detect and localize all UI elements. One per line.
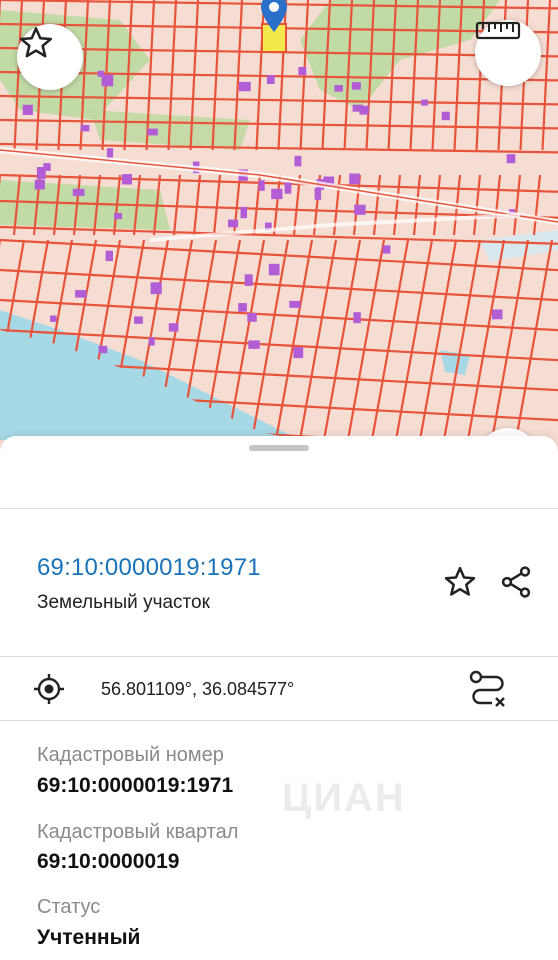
- parcel-boundary: [274, 239, 314, 441]
- parcel-boundary: [492, 174, 502, 236]
- parcel-boundary: [466, 239, 506, 441]
- building-footprint: [284, 182, 292, 194]
- building-footprint: [354, 204, 366, 215]
- divider: [0, 508, 558, 509]
- status-label: Статус: [37, 896, 101, 918]
- parcel-boundary: [0, 298, 558, 332]
- building-footprint: [121, 174, 132, 185]
- parcel-boundary: [212, 174, 222, 236]
- route-icon: [466, 670, 512, 716]
- crosshair-location-icon: [32, 672, 66, 706]
- cadastral-quarter-label: Кадастровый квартал: [37, 821, 239, 843]
- building-footprint: [134, 316, 143, 324]
- map-pin-icon[interactable]: [258, 0, 290, 34]
- building-footprint: [353, 312, 361, 324]
- map-canvas[interactable]: [0, 0, 558, 470]
- building-footprint: [352, 104, 363, 112]
- building-footprint: [105, 250, 113, 262]
- cadastral-number-value[interactable]: 69:10:0000019:1971: [37, 774, 233, 798]
- parcel-boundary: [372, 174, 382, 236]
- cadastral-quarter-value[interactable]: 69:10:0000019: [37, 850, 179, 874]
- building-footprint: [72, 188, 85, 196]
- building-footprint: [506, 154, 516, 164]
- building-footprint: [421, 99, 429, 106]
- building-footprint: [228, 219, 238, 228]
- building-footprint: [75, 290, 87, 298]
- ruler-button[interactable]: [475, 20, 541, 86]
- building-footprint: [34, 179, 45, 190]
- building-footprint: [266, 75, 275, 84]
- favorite-map-button[interactable]: [17, 24, 83, 90]
- building-footprint: [258, 180, 265, 191]
- building-footprint: [50, 315, 57, 322]
- building-footprint: [271, 188, 283, 200]
- divider: [0, 656, 558, 657]
- building-footprint: [98, 345, 108, 354]
- parcel-bottom-sheet[interactable]: 69:10:0000019:1971 Земельный участок 56.…: [0, 436, 558, 960]
- building-footprint: [351, 82, 361, 90]
- building-footprint: [492, 309, 503, 320]
- watermark: ЦИАН: [282, 776, 406, 820]
- share-icon: [498, 564, 534, 605]
- building-footprint: [80, 124, 90, 132]
- building-footprint: [97, 70, 105, 77]
- coordinates-text[interactable]: 56.801109°, 36.084577°: [101, 679, 294, 700]
- building-footprint: [293, 347, 304, 359]
- route-button[interactable]: [466, 668, 512, 712]
- parcel-boundary: [532, 174, 542, 236]
- parcel-boundary: [226, 239, 266, 441]
- star-outline-icon: [442, 564, 478, 605]
- building-footprint: [114, 213, 122, 220]
- building-footprint: [238, 81, 251, 92]
- building-footprint: [238, 303, 247, 312]
- favorite-button[interactable]: [438, 564, 482, 604]
- building-footprint: [168, 323, 179, 332]
- parcel-boundary: [472, 174, 482, 236]
- cadastral-number-link[interactable]: 69:10:0000019:1971: [37, 554, 261, 582]
- building-footprint: [150, 282, 162, 295]
- parcel-boundary: [192, 174, 202, 236]
- building-footprint: [244, 274, 253, 286]
- building-footprint: [349, 173, 360, 185]
- building-footprint: [36, 167, 46, 179]
- parcel-boundary: [394, 239, 434, 441]
- building-footprint: [382, 245, 391, 254]
- building-footprint: [298, 67, 307, 76]
- building-footprint: [294, 155, 302, 167]
- building-footprint: [22, 104, 33, 115]
- divider: [0, 720, 558, 721]
- building-footprint: [148, 337, 155, 346]
- building-footprint: [147, 128, 158, 136]
- building-footprint: [314, 187, 322, 200]
- parcel-boundary: [512, 174, 522, 236]
- building-footprint: [268, 263, 280, 276]
- share-button[interactable]: [494, 564, 538, 604]
- building-footprint: [247, 313, 257, 322]
- map-view[interactable]: [0, 0, 558, 470]
- parcel-boundary: [490, 239, 530, 441]
- parcel-boundary: [392, 174, 402, 236]
- building-footprint: [106, 148, 114, 158]
- building-footprint: [289, 300, 301, 308]
- parcel-boundary: [412, 174, 422, 236]
- building-footprint: [248, 340, 260, 349]
- drag-handle[interactable]: [249, 445, 309, 451]
- status-value: Учтенный: [37, 926, 141, 949]
- building-footprint: [334, 85, 343, 92]
- building-footprint: [441, 111, 450, 121]
- parcel-boundary: [298, 239, 338, 441]
- parcel-boundary: [442, 239, 482, 441]
- parcel-boundary: [172, 174, 182, 236]
- parcel-boundary: [418, 239, 458, 441]
- building-footprint: [240, 206, 247, 219]
- cadastral-number-label: Кадастровый номер: [37, 744, 224, 766]
- parcel-type: Земельный участок: [37, 592, 210, 613]
